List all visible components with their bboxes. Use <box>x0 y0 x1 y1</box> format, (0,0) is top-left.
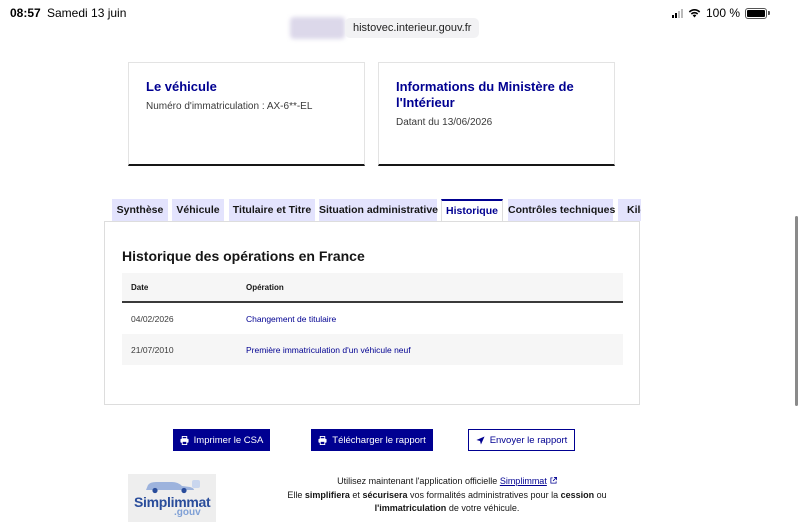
vehicle-card: Le véhicule Numéro d'immatriculation : A… <box>128 62 365 166</box>
promo-bold: simplifiera <box>304 489 350 500</box>
promo-text: vos formalités administratives pour la <box>410 489 559 500</box>
simplimmat-logo[interactable]: Simplimmat .gouv <box>128 474 216 522</box>
send-report-label: Envoyer le rapport <box>489 434 568 446</box>
printer-icon <box>318 435 327 445</box>
promo-text: Elle <box>287 489 303 500</box>
table-row: 04/02/2026 Changement de titulaire <box>122 303 623 334</box>
download-report-label: Télécharger le rapport <box>332 434 426 446</box>
status-indicators: 100 % <box>671 6 770 20</box>
tab-titulaire[interactable]: Titulaire et Titre <box>229 199 315 221</box>
ministry-date: Datant du 13/06/2026 <box>396 117 493 128</box>
send-report-button[interactable]: Envoyer le rapport <box>468 429 575 451</box>
ministry-card: Informations du Ministère de l'Intérieur… <box>378 62 615 166</box>
printer-icon <box>180 435 189 445</box>
external-link-icon <box>550 477 557 484</box>
promo-text: de votre véhicule. <box>448 503 520 513</box>
promo-bold: sécurisera <box>362 489 408 500</box>
page-scrollbar[interactable] <box>795 216 798 406</box>
promo-line-1: Utilisez maintenant l'application offici… <box>262 475 632 489</box>
table-row: 21/07/2010 Première immatriculation d'un… <box>122 334 623 365</box>
address-bar[interactable]: histovec.interieur.gouv.fr <box>345 18 480 38</box>
promo-bold: cession <box>560 489 595 500</box>
history-title: Historique des opérations en France <box>122 248 365 264</box>
battery-tip <box>768 11 770 15</box>
status-time: 08:57 <box>10 6 41 20</box>
row-date: 04/02/2026 <box>131 313 174 324</box>
tab-vehicule[interactable]: Véhicule <box>172 199 224 221</box>
simplimmat-link[interactable]: Simplimmat <box>500 476 547 486</box>
send-icon <box>476 435 485 445</box>
car-icon <box>146 480 200 494</box>
download-report-button[interactable]: Télécharger le rapport <box>311 429 433 451</box>
tab-bar: Synthèse Véhicule Titulaire et Titre Sit… <box>112 199 641 222</box>
tab-historique[interactable]: Historique <box>441 199 503 222</box>
promo-line-2: Elle simplifiera et sécurisera vos forma… <box>262 489 632 503</box>
print-csa-button[interactable]: Imprimer le CSA <box>173 429 270 451</box>
table-header: Date Opération <box>122 273 623 303</box>
status-date: Samedi 13 juin <box>47 6 127 20</box>
registration-number: Numéro d'immatriculation : AX-6**-EL <box>146 101 313 112</box>
tab-controles[interactable]: Contrôles techniques <box>508 199 615 221</box>
battery-percent: 100 % <box>705 6 740 20</box>
wifi-icon <box>688 9 701 18</box>
ministry-card-title: Informations du Ministère de l'Intérieur <box>396 79 574 110</box>
simplimmat-promo: Utilisez maintenant l'application offici… <box>262 475 632 516</box>
row-operation: Changement de titulaire <box>246 313 337 324</box>
promo-bold: l'immatriculation <box>374 503 447 513</box>
tab-kilometrage[interactable]: Kilométrage <box>618 199 641 221</box>
row-operation: Première immatriculation d'un véhicule n… <box>246 344 411 355</box>
column-date: Date <box>131 282 149 292</box>
promo-text: Utilisez maintenant l'application offici… <box>337 476 498 486</box>
row-date: 21/07/2010 <box>131 344 174 355</box>
logo-gouv: .gouv <box>174 507 201 518</box>
signal-icon <box>671 8 683 18</box>
promo-text: et <box>352 489 360 500</box>
print-csa-label: Imprimer le CSA <box>193 434 264 446</box>
tab-synthese[interactable]: Synthèse <box>112 199 168 221</box>
history-panel: Historique des opérations en France Date… <box>104 221 640 405</box>
history-table: Date Opération 04/02/2026 Changement de … <box>122 273 623 365</box>
tab-situation[interactable]: Situation administrative <box>319 199 438 221</box>
browser-tab-placeholder <box>290 17 345 39</box>
promo-line-3: l'immatriculation de votre véhicule. <box>262 502 632 516</box>
battery-icon <box>745 7 767 19</box>
vehicle-card-title: Le véhicule <box>146 79 217 94</box>
column-operation: Opération <box>246 282 284 292</box>
promo-text: ou <box>596 489 607 500</box>
